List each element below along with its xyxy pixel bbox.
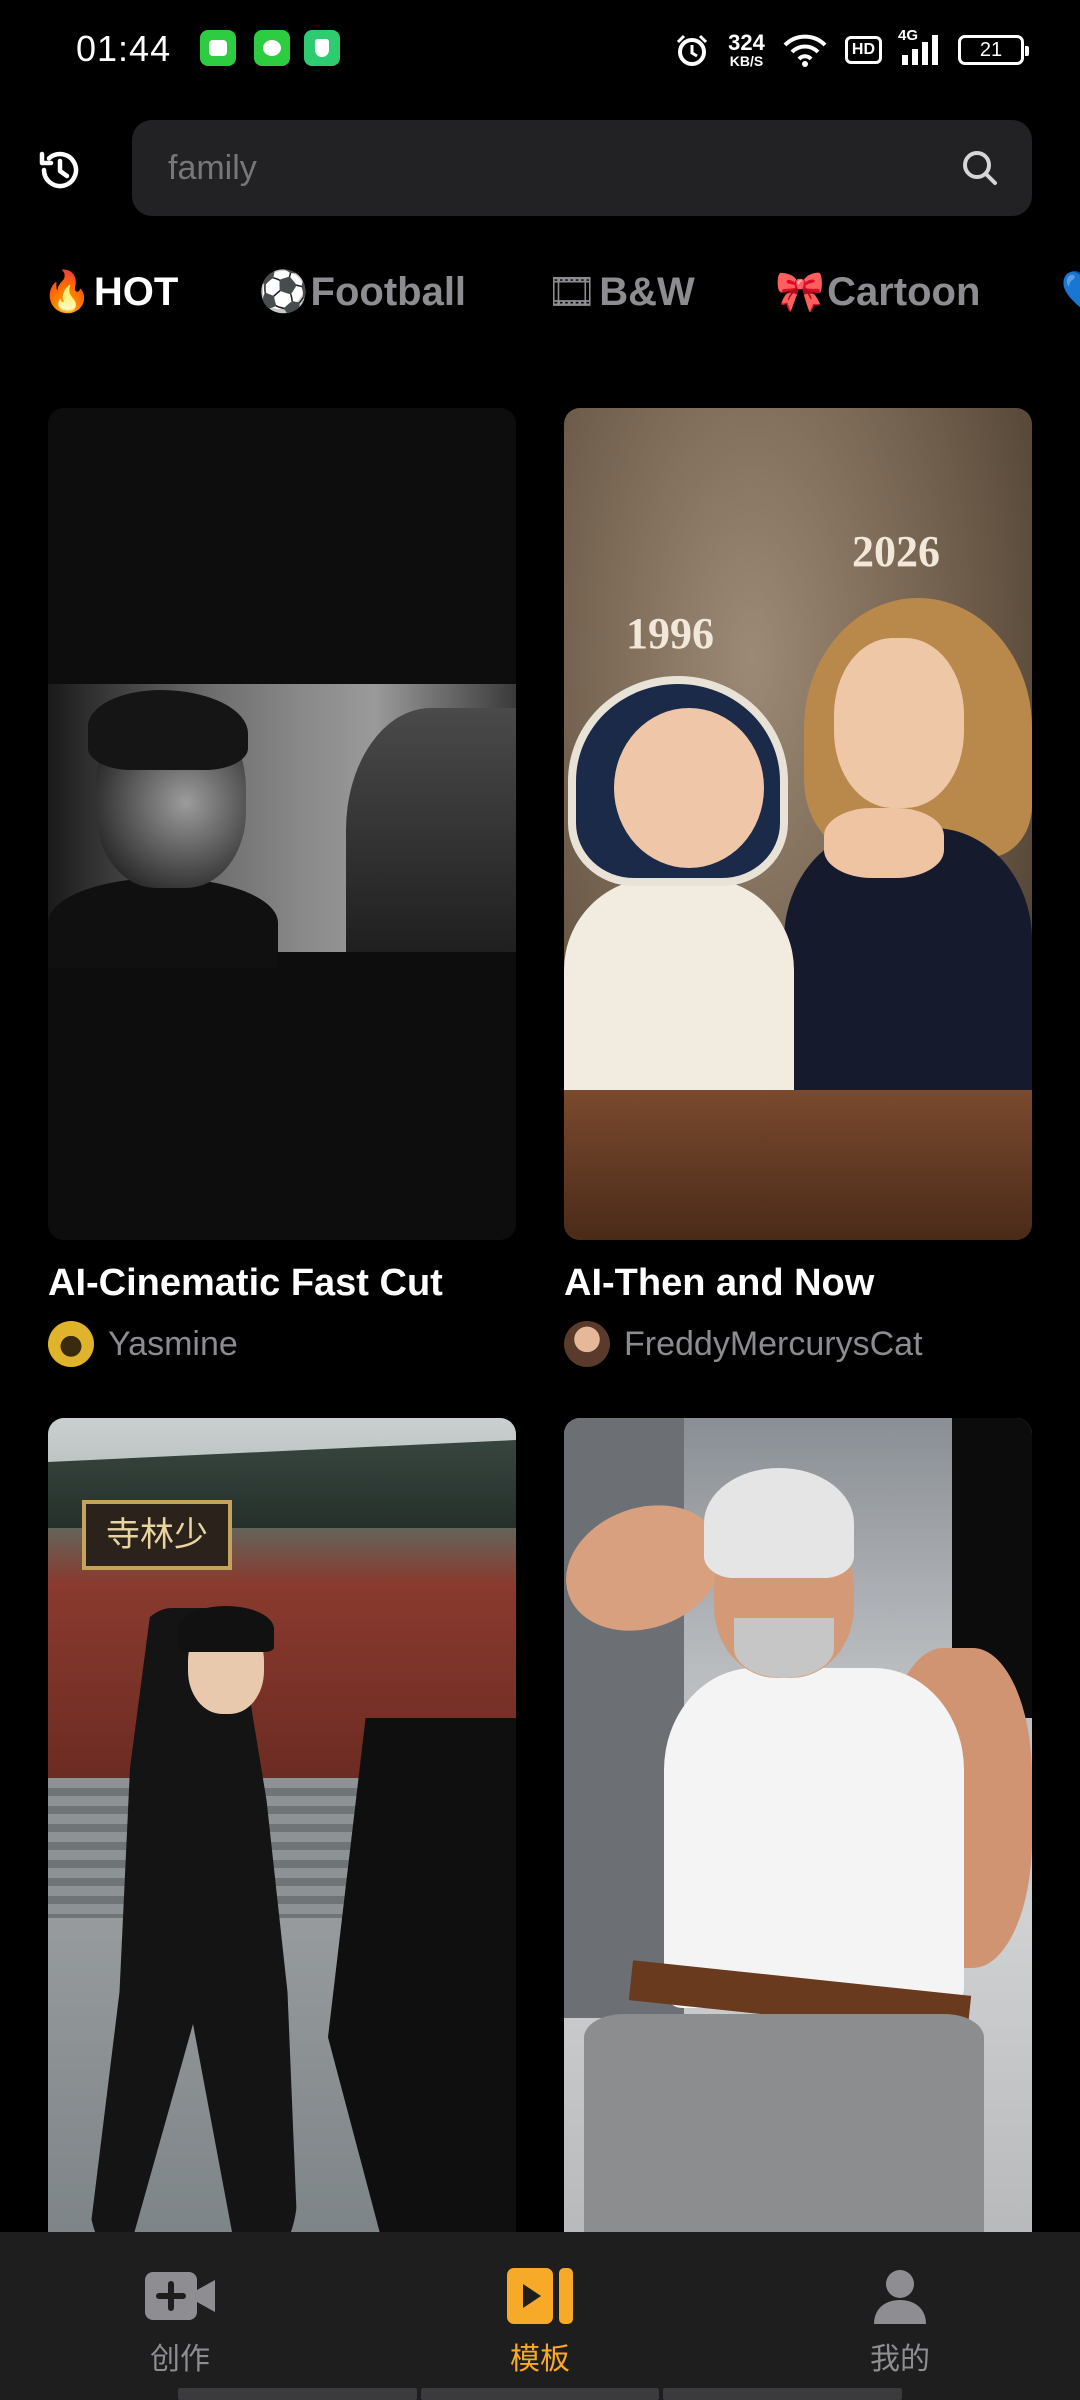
template-author[interactable]: Yasmine — [48, 1321, 516, 1367]
template-thumbnail[interactable]: 1996 2026 — [564, 408, 1032, 1240]
template-card[interactable]: AI-Cinematic Fast Cut Yasmine — [48, 408, 516, 1367]
year-label-right: 2026 — [852, 527, 940, 576]
tab-label: Cartoon — [827, 270, 981, 314]
status-icons: 324 KB/S HD 4G 21 — [674, 24, 1029, 76]
wifi-icon — [783, 33, 827, 67]
alarm-icon — [674, 32, 710, 68]
template-thumbnail[interactable]: 寺林少 — [48, 1418, 516, 2250]
nav-label: 我的 — [870, 2342, 930, 2377]
cellular-signal-icon: 4G — [898, 27, 940, 67]
category-tabs: 🔥HOT ⚽Football 🎞B&W 🎀Cartoon 💙 — [42, 268, 1080, 334]
template-card[interactable]: 寺林少 — [48, 1418, 516, 2250]
hd-badge: HD — [844, 36, 882, 64]
history-button[interactable] — [30, 140, 90, 200]
video-add-icon — [145, 2272, 215, 2320]
profile-icon — [874, 2270, 926, 2324]
author-name: Yasmine — [108, 1324, 238, 1363]
tab-cartoon[interactable]: 🎀Cartoon — [775, 268, 980, 315]
network-speed-value: 324 — [728, 30, 765, 55]
tab-football[interactable]: ⚽Football — [259, 268, 466, 315]
tab-label: B&W — [599, 270, 695, 314]
fire-icon: 🔥 — [42, 269, 92, 315]
tab-label: Football — [310, 270, 467, 314]
tab-label: HOT — [93, 270, 179, 314]
template-title[interactable]: AI-Then and Now — [564, 1262, 1032, 1305]
search-icon[interactable] — [960, 148, 1000, 188]
nav-label: 模板 — [510, 2342, 570, 2377]
template-card[interactable]: 1996 2026 AI-Then and Now FreddyMercurys… — [564, 408, 1032, 1367]
search-bar[interactable] — [132, 120, 1032, 216]
avatar — [564, 1321, 610, 1367]
history-icon — [39, 151, 79, 189]
template-icon — [507, 2268, 573, 2324]
temple-sign: 寺林少 — [82, 1500, 232, 1570]
battery-level: 21 — [979, 38, 1003, 61]
nav-label: 创作 — [150, 2342, 210, 2377]
network-speed-unit: KB/S — [729, 53, 764, 69]
year-label-left: 1996 — [626, 609, 714, 658]
shield-notification-icon — [304, 30, 340, 66]
ribbon-icon: 🎀 — [775, 269, 826, 315]
tab-hot[interactable]: 🔥HOT — [42, 268, 178, 315]
bottom-navigation: 创作 模板 我的 — [0, 2232, 1080, 2400]
template-card[interactable] — [564, 1418, 1032, 2250]
battery-icon: 21 — [958, 35, 1029, 65]
author-name: FreddyMercurysCat — [624, 1324, 923, 1363]
film-icon: 🎞 — [546, 269, 598, 315]
network-speed: 324 KB/S — [728, 30, 765, 69]
avatar — [48, 1321, 94, 1367]
template-thumbnail[interactable] — [48, 408, 516, 1240]
nav-create[interactable]: 创作 — [0, 2232, 360, 2400]
message-notification-icon — [200, 30, 236, 66]
nav-templates[interactable]: 模板 — [360, 2232, 720, 2400]
network-type-label: 4G — [898, 27, 919, 44]
template-author[interactable]: FreddyMercurysCat — [564, 1321, 1032, 1367]
tab-bw[interactable]: 🎞B&W — [547, 268, 695, 315]
nav-profile[interactable]: 我的 — [720, 2232, 1080, 2400]
home-indicator[interactable] — [178, 2388, 903, 2400]
template-title[interactable]: AI-Cinematic Fast Cut — [48, 1262, 516, 1305]
status-bar: 01:44 324 KB/S HD 4G 21 — [0, 0, 1080, 100]
football-icon: ⚽ — [258, 269, 309, 315]
search-input[interactable] — [168, 120, 948, 216]
tab-more[interactable]: 💙 — [1061, 268, 1080, 315]
chat-notification-icon — [254, 30, 290, 66]
blue-heart-icon: 💙 — [1061, 269, 1080, 315]
template-thumbnail[interactable] — [564, 1418, 1032, 2250]
status-time: 01:44 — [76, 28, 172, 69]
